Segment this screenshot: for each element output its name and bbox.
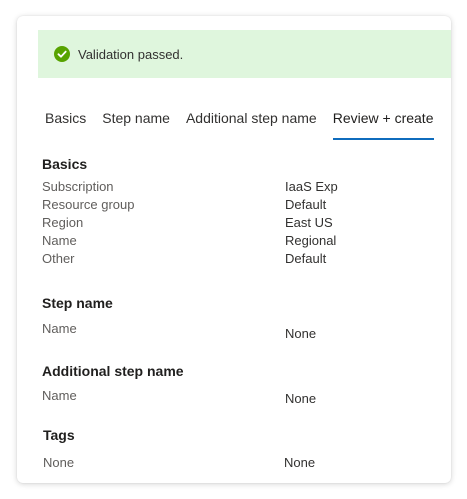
- additional-step-name-value: None: [285, 391, 317, 406]
- basics-section-title: Basics: [42, 156, 88, 172]
- validation-banner: Validation passed.: [38, 30, 451, 78]
- tags-section-title: Tags: [43, 427, 75, 443]
- region-label: Region: [42, 215, 84, 230]
- review-card: Validation passed. Basics Step name Addi…: [17, 16, 451, 483]
- resource-group-value: Default: [285, 197, 327, 212]
- tab-basics[interactable]: Basics: [45, 108, 86, 136]
- wizard-tabs: Basics Step name Additional step name Re…: [45, 108, 434, 140]
- resource-group-label: Resource group: [42, 197, 135, 212]
- step-name-label: Name: [42, 321, 77, 336]
- check-circle-icon: [54, 46, 70, 62]
- tags-label: None: [43, 455, 75, 470]
- other-label: Other: [42, 251, 75, 266]
- name-label: Name: [42, 233, 77, 248]
- step-name-section-title: Step name: [42, 295, 113, 311]
- name-value: Regional: [285, 233, 337, 248]
- subscription-label: Subscription: [42, 179, 114, 194]
- region-value: East US: [285, 215, 333, 230]
- subscription-value: IaaS Exp: [285, 179, 338, 194]
- tags-value: None: [284, 455, 316, 470]
- step-name-value: None: [285, 326, 317, 341]
- tab-step-name[interactable]: Step name: [102, 108, 170, 136]
- additional-step-name-label: Name: [42, 388, 77, 403]
- tab-additional-step-name[interactable]: Additional step name: [186, 108, 317, 136]
- other-value: Default: [285, 251, 327, 266]
- tab-review-create[interactable]: Review + create: [332, 108, 434, 140]
- additional-step-name-section-title: Additional step name: [42, 363, 184, 379]
- validation-message: Validation passed.: [78, 46, 184, 62]
